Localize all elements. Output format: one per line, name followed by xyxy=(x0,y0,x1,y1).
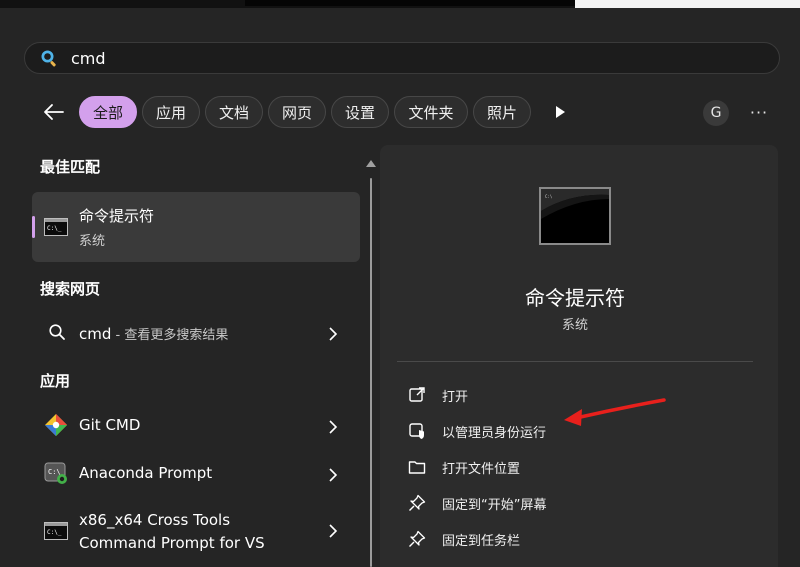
detail-subtitle: 系统 xyxy=(561,318,588,333)
open-external-icon xyxy=(409,387,425,402)
action-label: 固定到“开始”屏幕 xyxy=(442,498,547,513)
action-label: 打开 xyxy=(442,390,469,405)
action-pin-to-start[interactable]: 固定到“开始”屏幕 xyxy=(408,490,748,518)
web-search-label: cmd - 查看更多搜索结果 xyxy=(79,324,228,343)
chevron-right-icon[interactable] xyxy=(328,524,338,538)
pin-icon xyxy=(409,494,426,511)
svg-text:C:\_: C:\_ xyxy=(47,225,62,232)
folder-icon xyxy=(408,461,426,474)
pin-icon xyxy=(409,530,426,547)
action-label: 固定到任务栏 xyxy=(442,534,521,549)
more-filters-play-icon[interactable] xyxy=(552,104,568,120)
filter-chip-documents[interactable]: 文档 xyxy=(205,96,263,128)
web-search-hint: - 查看更多搜索结果 xyxy=(111,328,229,343)
app-label: Git CMD xyxy=(79,416,141,434)
scroll-up-arrow[interactable] xyxy=(366,160,376,167)
section-title-web-search: 搜索网页 xyxy=(40,280,101,298)
filter-chip-web[interactable]: 网页 xyxy=(268,96,326,128)
section-title-apps: 应用 xyxy=(40,372,71,390)
filter-chip-apps[interactable]: 应用 xyxy=(142,96,200,128)
search-box[interactable]: cmd xyxy=(24,42,780,74)
command-prompt-icon: C:\_ xyxy=(44,218,68,236)
action-open-file-location[interactable]: 打开文件位置 xyxy=(408,454,748,482)
background-window-edge xyxy=(245,0,575,6)
filter-chip-photos[interactable]: 照片 xyxy=(473,96,531,128)
web-search-result[interactable]: cmd - 查看更多搜索结果 xyxy=(32,311,360,355)
arrow-left-icon xyxy=(44,104,64,120)
svg-text:C:\: C:\ xyxy=(545,194,553,199)
app-label-line-1: x86_x64 Cross Tools xyxy=(79,511,231,529)
app-result-x86-x64-cross-tools[interactable]: C:\_ x86_x64 Cross Tools Command Prompt … xyxy=(32,503,360,559)
chevron-right-icon[interactable] xyxy=(328,468,338,482)
command-prompt-preview-icon: C:\ xyxy=(539,187,611,245)
background-window-edge-light xyxy=(575,0,800,8)
chevron-right-icon[interactable] xyxy=(328,420,338,434)
detail-pane: C:\ 命令提示符 系统 打开 以管理员身份运行 打开文件位置 固定到“开始”屏… xyxy=(380,145,778,567)
detail-title: 命令提示符 xyxy=(525,286,625,310)
search-input[interactable]: cmd xyxy=(71,49,106,68)
filter-chip-settings[interactable]: 设置 xyxy=(331,96,389,128)
best-match-title: 命令提示符 xyxy=(79,207,155,225)
app-result-git-cmd[interactable]: Git CMD xyxy=(32,403,360,447)
action-label: 打开文件位置 xyxy=(442,462,521,477)
app-label: Anaconda Prompt xyxy=(79,464,213,482)
app-label-line-2: Command Prompt for VS xyxy=(79,534,265,552)
chevron-right-icon[interactable] xyxy=(328,327,338,341)
anaconda-prompt-icon: C:\ xyxy=(44,462,67,484)
svg-text:C:\: C:\ xyxy=(48,468,61,476)
section-title-best-match: 最佳匹配 xyxy=(40,158,101,176)
web-search-query: cmd xyxy=(79,325,112,343)
app-result-anaconda-prompt[interactable]: C:\ Anaconda Prompt xyxy=(32,451,360,495)
command-prompt-icon: C:\_ xyxy=(44,522,68,540)
filter-chip-folders[interactable]: 文件夹 xyxy=(394,96,468,128)
results-scrollbar[interactable] xyxy=(370,178,372,567)
start-search-panel: cmd 全部 应用 文档 网页 设置 文件夹 照片 G ··· 最佳匹配 C:\… xyxy=(0,8,800,567)
top-background-strip xyxy=(0,0,800,8)
svg-text:C:\_: C:\_ xyxy=(47,529,62,536)
detail-divider xyxy=(397,361,753,362)
more-options-button[interactable]: ··· xyxy=(748,102,770,122)
best-match-subtitle: 系统 xyxy=(79,234,106,249)
run-as-admin-icon xyxy=(409,423,424,439)
best-match-result[interactable]: C:\_ 命令提示符 系统 xyxy=(32,192,360,262)
red-annotation-arrow-icon xyxy=(564,398,666,426)
account-avatar[interactable]: G xyxy=(703,100,729,126)
selection-indicator xyxy=(32,216,35,238)
action-label: 以管理员身份运行 xyxy=(442,426,547,441)
action-pin-to-taskbar[interactable]: 固定到任务栏 xyxy=(408,526,748,554)
search-icon xyxy=(41,50,56,67)
filter-bar: 全部 应用 文档 网页 设置 文件夹 照片 G ··· xyxy=(0,94,800,130)
back-button[interactable] xyxy=(40,98,68,126)
git-icon xyxy=(45,414,67,436)
search-icon xyxy=(49,324,65,340)
command-prompt-icon: C:\ xyxy=(541,189,609,243)
filter-chip-all[interactable]: 全部 xyxy=(79,96,137,128)
